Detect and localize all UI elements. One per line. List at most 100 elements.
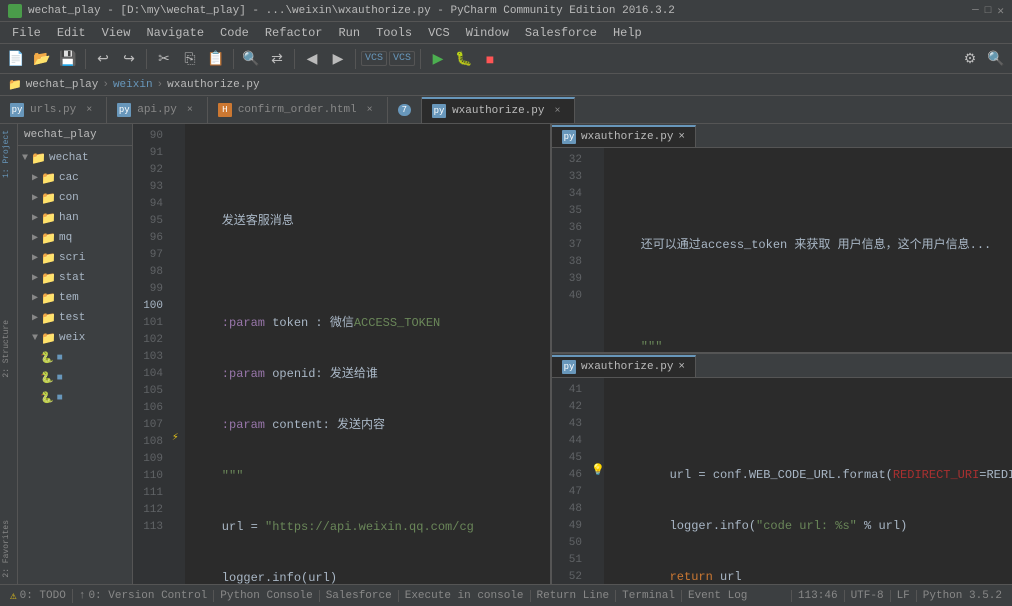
editor-left-content: 90 91 92 93 94 95 96 97 98 99 100 101 10… — [133, 124, 550, 584]
menu-salesforce[interactable]: Salesforce — [517, 24, 605, 42]
breadcrumb-root[interactable]: wechat_play — [26, 79, 99, 91]
open-btn[interactable]: 📂 — [30, 47, 54, 71]
status-encoding[interactable]: UTF-8 — [844, 590, 890, 602]
stop-btn[interactable]: ■ — [478, 47, 502, 71]
replace-btn[interactable]: ⇄ — [265, 47, 289, 71]
tree-item-tem[interactable]: ▶ 📁 tem — [18, 288, 132, 308]
tree-arrow-cac: ▶ — [32, 172, 38, 184]
undo-btn[interactable]: ↩ — [91, 47, 115, 71]
tree-label-con: con — [59, 192, 79, 204]
tree-label-cac: cac — [59, 172, 79, 184]
tree-item-file3[interactable]: 🐍 ■ — [18, 388, 132, 408]
cut-btn[interactable]: ✂ — [152, 47, 176, 71]
status-salesforce[interactable]: Salesforce — [320, 590, 399, 602]
tab-urls-close[interactable]: × — [82, 103, 96, 117]
tab-urls[interactable]: py urls.py × — [0, 97, 107, 123]
toolbar-sep-6 — [420, 49, 421, 69]
status-return[interactable]: Return Line — [531, 590, 617, 602]
folder-icon-han: 📁 — [41, 211, 56, 226]
status-linefeed[interactable]: LF — [890, 590, 916, 602]
tree-item-file2[interactable]: 🐍 ■ — [18, 368, 132, 388]
status-python-console[interactable]: Python Console — [214, 590, 319, 602]
tab-more[interactable]: 7 — [388, 97, 422, 123]
status-terminal[interactable]: Terminal — [616, 590, 682, 602]
menu-code[interactable]: Code — [212, 24, 257, 42]
status-vcs-label: 0: Version Control — [88, 590, 207, 602]
close-btn[interactable]: ✕ — [997, 4, 1004, 18]
tree-label-test: test — [59, 312, 85, 324]
favorites-panel-btn[interactable]: 2: Favorites — [0, 514, 18, 584]
tree-item-stat[interactable]: ▶ 📁 stat — [18, 268, 132, 288]
menu-tools[interactable]: Tools — [368, 24, 420, 42]
minimize-btn[interactable]: ─ — [972, 5, 979, 17]
right-top-tabs: py wxauthorize.py × — [552, 124, 1012, 148]
save-btn[interactable]: 💾 — [56, 47, 80, 71]
event-log-label: Event Log — [688, 590, 747, 602]
menu-vcs[interactable]: VCS — [420, 24, 458, 42]
search-everywhere-btn[interactable]: 🔍 — [984, 47, 1008, 71]
breadcrumb-file[interactable]: wxauthorize.py — [167, 79, 259, 91]
tab-confirm[interactable]: H confirm_order.html × — [208, 97, 388, 123]
right-bottom-tab-close[interactable]: × — [678, 361, 685, 373]
tree-item-root[interactable]: ▼ 📁 wechat — [18, 148, 132, 168]
tree-item-con[interactable]: ▶ 📁 con — [18, 188, 132, 208]
right-bottom-tab-wxauth[interactable]: py wxauthorize.py × — [552, 355, 696, 377]
menu-navigate[interactable]: Navigate — [138, 24, 212, 42]
tree-item-cac[interactable]: ▶ 📁 cac — [18, 168, 132, 188]
menu-help[interactable]: Help — [605, 24, 650, 42]
folder-icon-scri: 📁 — [41, 251, 56, 266]
copy-btn[interactable]: ⎘ — [178, 47, 202, 71]
status-vcs[interactable]: ↑ 0: Version Control — [73, 590, 214, 602]
tab-wxauth-close[interactable]: × — [550, 104, 564, 118]
new-file-btn[interactable]: 📄 — [4, 47, 28, 71]
python-console-label: Python Console — [220, 590, 312, 602]
gutter-warn-46: 💡 — [591, 463, 605, 477]
menu-refactor[interactable]: Refactor — [257, 24, 331, 42]
tab-confirm-close[interactable]: × — [363, 103, 377, 117]
menu-run[interactable]: Run — [330, 24, 368, 42]
tree-item-file1[interactable]: 🐍 ■ — [18, 348, 132, 368]
code-area-left[interactable]: 发送客服消息 :param token : 微信ACCESS_TOKEN :pa… — [185, 124, 550, 584]
editor-left[interactable]: 90 91 92 93 94 95 96 97 98 99 100 101 10… — [133, 124, 552, 584]
find-btn[interactable]: 🔍 — [239, 47, 263, 71]
gutter-left: ⚡ — [171, 124, 185, 584]
editor-right-bottom: py wxauthorize.py × 41 42 43 44 45 46 47… — [552, 354, 1012, 584]
menu-edit[interactable]: Edit — [49, 24, 94, 42]
back-btn[interactable]: ◀ — [300, 47, 324, 71]
toolbar-sep-2 — [146, 49, 147, 69]
menu-window[interactable]: Window — [458, 24, 517, 42]
menu-file[interactable]: File — [4, 24, 49, 42]
folder-icon-root: 📁 — [31, 151, 46, 166]
run-btn[interactable]: ▶ — [426, 47, 450, 71]
tab-confirm-icon: H — [218, 103, 232, 117]
breadcrumb-weixin[interactable]: weixin — [113, 79, 153, 91]
project-panel-btn[interactable]: 1: Project — [0, 124, 18, 184]
tab-api[interactable]: py api.py × — [107, 97, 208, 123]
debug-btn[interactable]: 🐛 — [452, 47, 476, 71]
status-run[interactable]: Execute in console — [399, 590, 531, 602]
paste-btn[interactable]: 📋 — [204, 47, 228, 71]
right-top-tab-close[interactable]: × — [678, 131, 685, 143]
code-area-right-top[interactable]: 还可以通过access_token 来获取 用户信息，这个用户信息... """… — [604, 148, 1012, 352]
tree-item-mq[interactable]: ▶ 📁 mq — [18, 228, 132, 248]
code-area-right-bottom[interactable]: url = conf.WEB_CODE_URL.format(REDIRECT_… — [604, 378, 1012, 584]
status-todo[interactable]: ⚠ 0: TODO — [4, 589, 73, 603]
maximize-btn[interactable]: □ — [985, 5, 992, 17]
tab-api-close[interactable]: × — [183, 103, 197, 117]
right-bottom-tabs: py wxauthorize.py × — [552, 354, 1012, 378]
redo-btn[interactable]: ↪ — [117, 47, 141, 71]
tree-arrow-mq: ▶ — [32, 232, 38, 244]
project-tree-header: wechat_play — [18, 124, 132, 146]
tree-item-test[interactable]: ▶ 📁 test — [18, 308, 132, 328]
settings-btn[interactable]: ⚙ — [958, 47, 982, 71]
tree-item-scri[interactable]: ▶ 📁 scri — [18, 248, 132, 268]
tab-urls-label: urls.py — [30, 104, 76, 116]
right-top-tab-wxauth[interactable]: py wxauthorize.py × — [552, 125, 696, 147]
menu-view[interactable]: View — [94, 24, 139, 42]
tab-wxauth[interactable]: py wxauthorize.py × — [422, 97, 575, 123]
tree-item-han[interactable]: ▶ 📁 han — [18, 208, 132, 228]
forward-btn[interactable]: ▶ — [326, 47, 350, 71]
status-event-log[interactable]: Event Log — [682, 590, 753, 602]
structure-panel-btn[interactable]: 2: Structure — [0, 314, 18, 384]
tree-item-weix[interactable]: ▼ 📁 weix — [18, 328, 132, 348]
